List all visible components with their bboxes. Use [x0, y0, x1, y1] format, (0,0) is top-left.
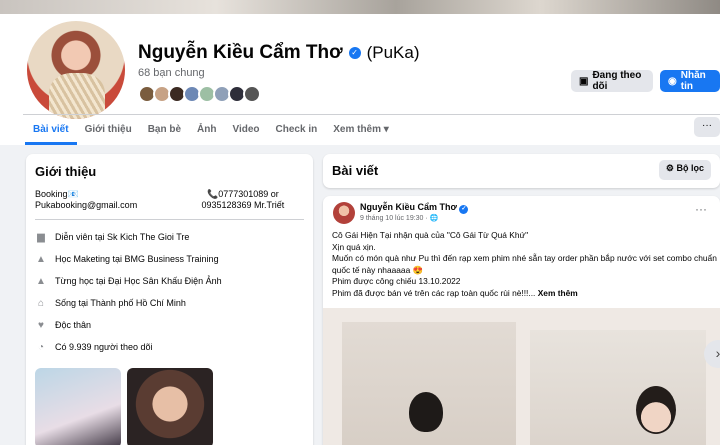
posts-header-card: Bài viết ⚙ Bộ lọc [323, 154, 720, 188]
see-more-link[interactable]: Xem thêm [538, 288, 578, 298]
heart-icon: ♥ [38, 319, 44, 331]
graduation-cap-icon: ▲ [36, 253, 46, 265]
message-button[interactable]: ◉ Nhắn tin [660, 70, 720, 92]
post-card: Nguyễn Kiều Cẩm Thơ ✓ 9 tháng 10 lúc 19:… [323, 196, 720, 445]
posts-title: Bài viết [332, 163, 379, 178]
tab-more[interactable]: Xem thêm ▾ [325, 115, 397, 145]
intro-item-university: ▲ Từng học tại Đại Học Sân Khấu Điện Ảnh [36, 275, 222, 287]
intro-divider [35, 219, 304, 220]
following-icon: ▣ [579, 75, 589, 87]
tab-check-in[interactable]: Check in [268, 115, 326, 145]
intro-contact-email: Booking📧 Pukabooking@gmail.com [35, 189, 138, 210]
featured-photos [35, 368, 304, 445]
home-icon: ⌂ [37, 297, 45, 309]
mutual-friends-count[interactable]: 68 bạn chung [138, 67, 205, 79]
post-author-name[interactable]: Nguyễn Kiều Cẩm Thơ ✓ [360, 202, 469, 214]
filter-icon: ⚙ [665, 163, 674, 173]
intro-contact: Booking📧 Pukabooking@gmail.com 📞07773010… [35, 189, 304, 211]
profile-header: Nguyễn Kiều Cẩm Thơ ✓ (PuKa) 68 bạn chun… [0, 14, 720, 145]
intro-item-study: ▲ Học Maketing tại BMG Business Training [36, 253, 219, 265]
verified-badge-icon: ✓ [348, 47, 361, 59]
cover-photo[interactable] [0, 0, 720, 14]
intro-contact-phone: 📞0777301089 or 0935128369 Mr.Triết [201, 189, 285, 210]
post-timestamp[interactable]: 9 tháng 10 lúc 19:30 · 🌐 [360, 214, 438, 222]
profile-name: Nguyễn Kiều Cẩm Thơ [138, 42, 343, 63]
tab-photos[interactable]: Ảnh [189, 115, 224, 145]
post-photo-right[interactable] [530, 330, 706, 445]
intro-item-relationship: ♥ Độc thân [35, 314, 304, 336]
featured-photo[interactable] [127, 368, 213, 445]
filter-button[interactable]: ⚙ Bộ lọc [658, 160, 711, 180]
messenger-icon: ◉ [668, 75, 677, 87]
intro-item-home: ⌂ Sống tại Thành phố Hồ Chí Minh [35, 292, 304, 314]
profile-nickname: (PuKa) [366, 43, 420, 62]
intro-title: Giới thiệu [35, 164, 97, 179]
briefcase-icon: ▆ [37, 231, 45, 243]
post-options-icon[interactable]: ··· [695, 202, 707, 216]
more-options-button[interactable]: ··· [694, 117, 720, 137]
intro-item-work: ▆ Diễn viên tại Sk Kich The Gioi Tre [35, 226, 304, 248]
tab-videos[interactable]: Video [224, 115, 267, 145]
tab-posts[interactable]: Bài viết [25, 115, 77, 145]
graduation-cap-icon: ▲ [36, 275, 46, 287]
featured-photo[interactable] [35, 368, 121, 445]
post-author-avatar[interactable] [333, 202, 355, 224]
post-body: Cô Gái Hiện Tại nhận quà của "Cô Gái Từ … [332, 230, 717, 298]
profile-name-row: Nguyễn Kiều Cẩm Thơ ✓ (PuKa) [138, 42, 420, 64]
profile-tabs: Bài viết Giới thiệu Bạn bè Ảnh Video Che… [25, 115, 397, 145]
verified-badge-icon: ✓ [459, 205, 469, 214]
mutual-friends-avatars[interactable] [138, 85, 261, 103]
following-button[interactable]: ▣ Đang theo dõi [571, 70, 653, 92]
rss-icon: ◔ [37, 341, 45, 353]
post-image[interactable] [323, 308, 720, 445]
profile-avatar[interactable] [23, 17, 129, 123]
intro-card: Giới thiệu Booking📧 Pukabooking@gmail.co… [26, 154, 313, 445]
intro-item-followers: ◔ Có 9.939 người theo dõi [35, 336, 304, 358]
tab-friends[interactable]: Bạn bè [140, 115, 189, 145]
tab-about[interactable]: Giới thiệu [77, 115, 140, 145]
